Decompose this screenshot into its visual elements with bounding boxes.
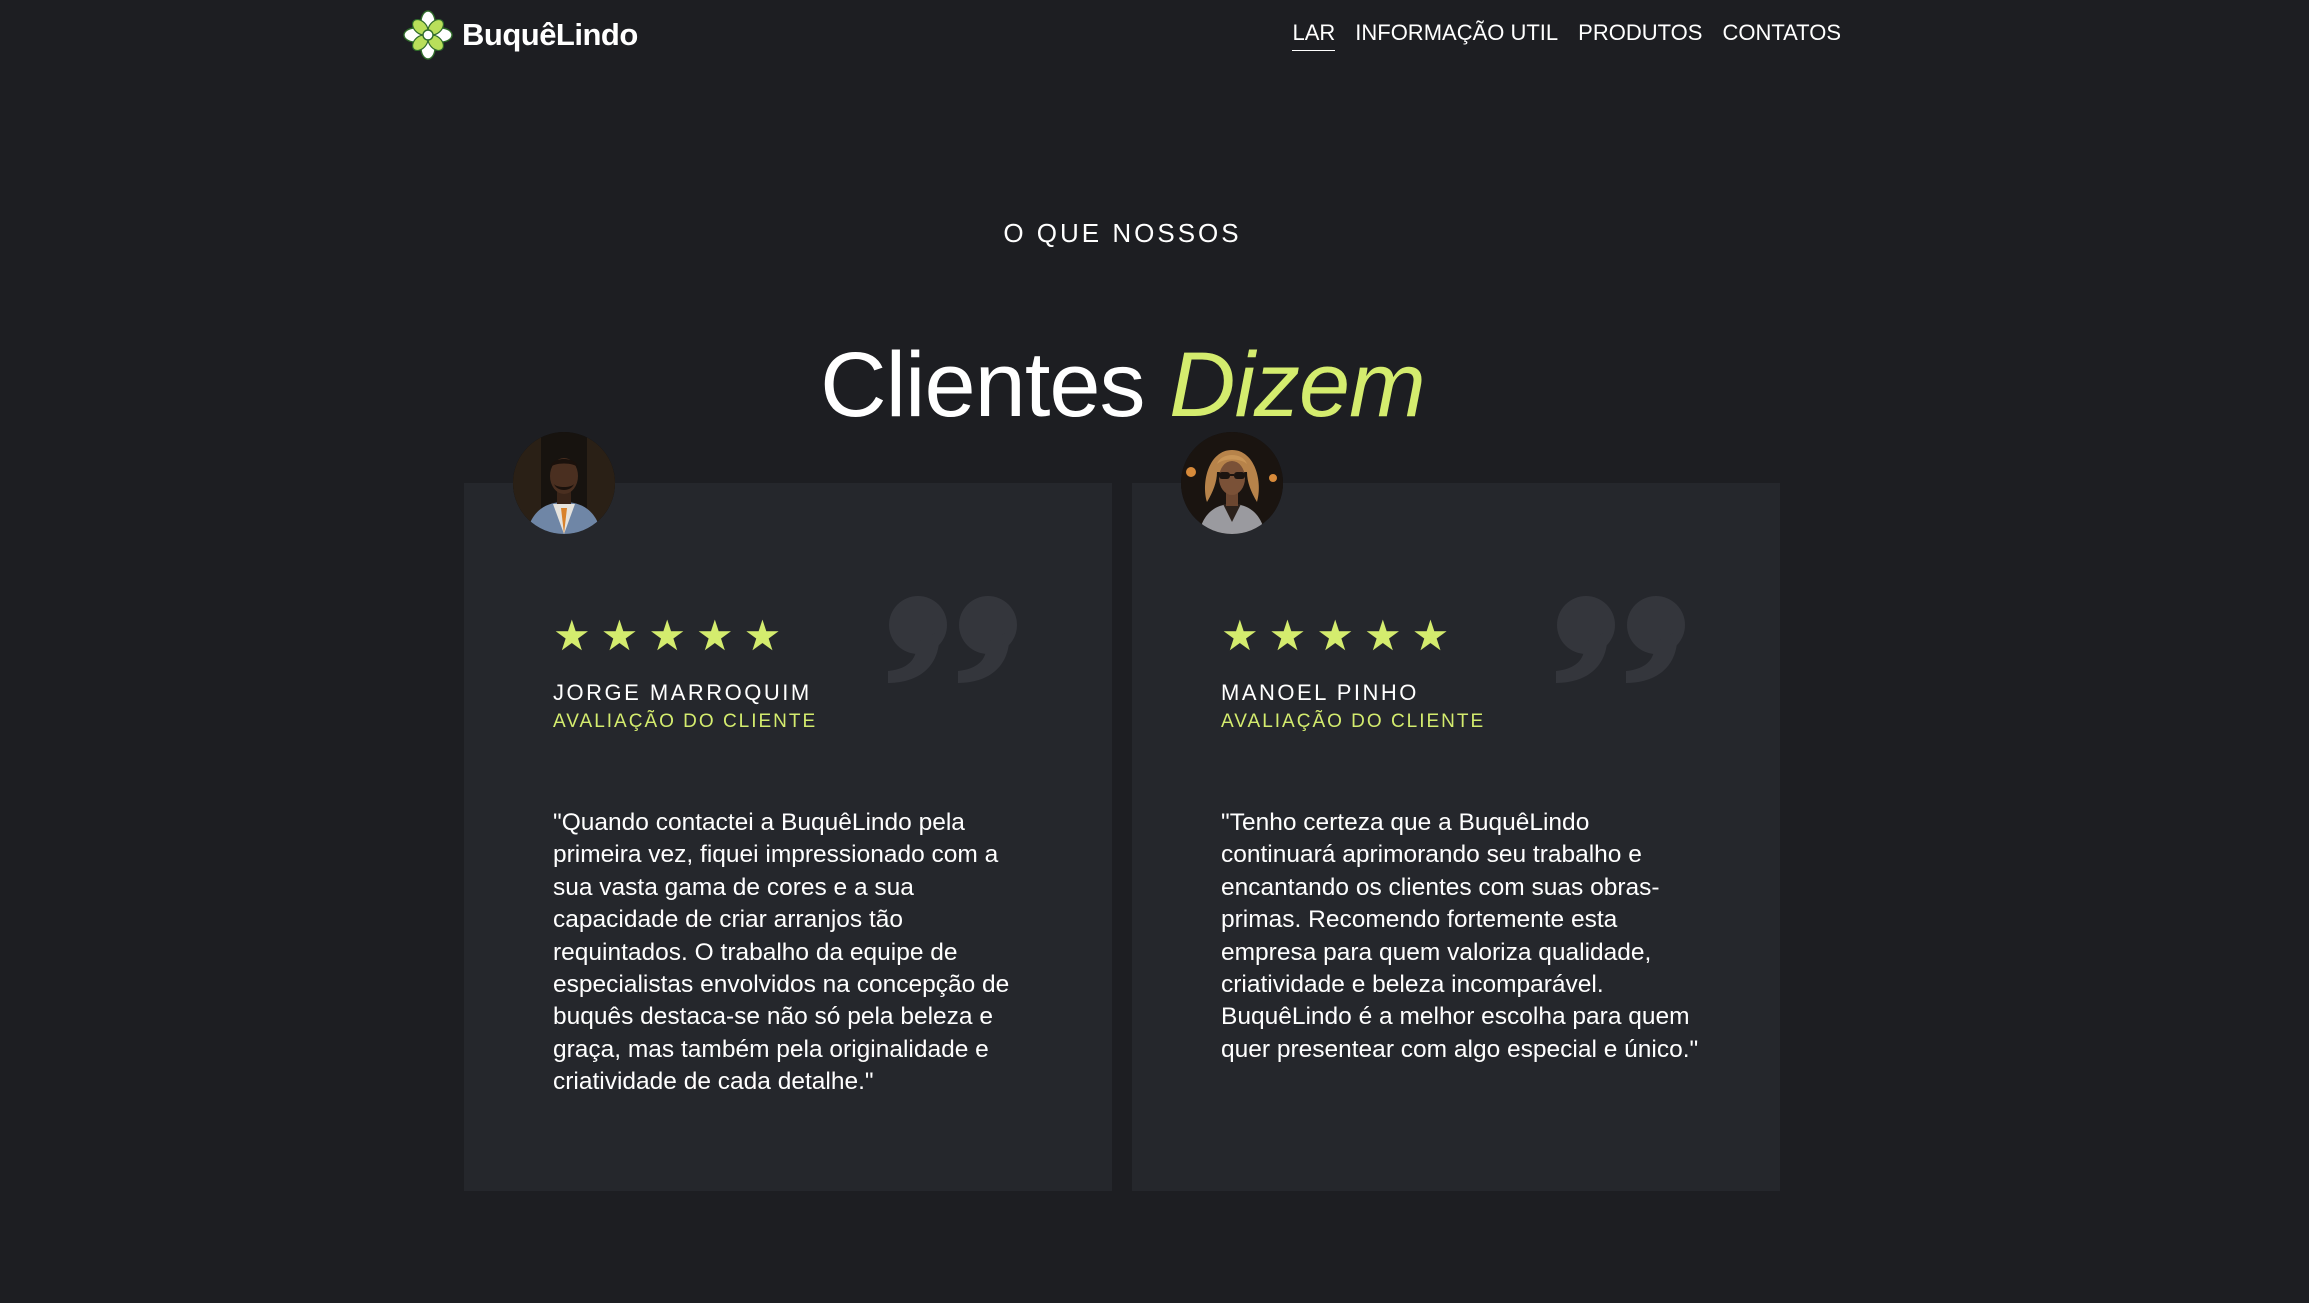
reviewer-role: AVALIAÇÃO DO CLIENTE	[1221, 711, 1486, 732]
main-nav: LAR INFORMAÇÃO UTIL PRODUTOS CONTATOS	[1292, 20, 1841, 51]
testimonial-text: "Tenho certeza que a BuquêLindo continua…	[1221, 809, 1699, 1063]
star-icon: ★	[648, 612, 686, 659]
nav-item-produtos[interactable]: PRODUTOS	[1578, 20, 1702, 51]
testimonial-text: "Quando contactei a BuquêLindo pela prim…	[553, 809, 1010, 1096]
testimonial-card: ★ ★ ★ ★ ★ JORGE MARROQUIM AVALIAÇÃO DO C…	[464, 432, 1112, 1191]
star-icon: ★	[1268, 612, 1307, 659]
section-title-main: Clientes	[820, 333, 1145, 436]
reviewer-role: AVALIAÇÃO DO CLIENTE	[553, 711, 818, 732]
flower-logo-icon	[402, 9, 454, 61]
star-icon: ★	[743, 612, 782, 659]
brand-logo-link[interactable]: BuquêLindo	[402, 8, 638, 62]
star-icon: ★	[1316, 612, 1354, 659]
section-title-accent: Dizem	[1169, 333, 1426, 436]
reviewer-name: JORGE MARROQUIM	[553, 680, 812, 705]
star-icon: ★	[600, 612, 639, 659]
site-header: BuquêLindo LAR INFORMAÇÃO UTIL PRODUTOS …	[0, 0, 2309, 70]
nav-item-contatos[interactable]: CONTATOS	[1722, 20, 1841, 51]
reviewer-name: MANOEL PINHO	[1221, 680, 1419, 705]
star-icon: ★	[1411, 612, 1450, 659]
rating-stars: ★ ★ ★ ★ ★	[553, 615, 781, 657]
section-eyebrow: O QUE NOSSOS	[1003, 218, 1242, 248]
rating-stars: ★ ★ ★ ★ ★	[1221, 615, 1449, 657]
quote-mark-icon	[884, 591, 1024, 691]
nav-item-lar[interactable]: LAR	[1292, 20, 1336, 51]
star-icon: ★	[1363, 612, 1402, 659]
quote-mark-icon	[1552, 591, 1692, 691]
brand-name: BuquêLindo	[462, 17, 638, 52]
section-title: Clientes Dizem	[0, 330, 2245, 440]
star-icon: ★	[1221, 612, 1259, 659]
avatar-photo	[513, 432, 615, 534]
testimonial-card: ★ ★ ★ ★ ★ MANOEL PINHO AVALIAÇÃO DO CLIE…	[1132, 432, 1780, 1191]
avatar-photo	[1181, 432, 1283, 534]
star-icon: ★	[553, 612, 591, 659]
nav-item-informacao-util[interactable]: INFORMAÇÃO UTIL	[1355, 20, 1558, 51]
star-icon: ★	[695, 612, 734, 659]
